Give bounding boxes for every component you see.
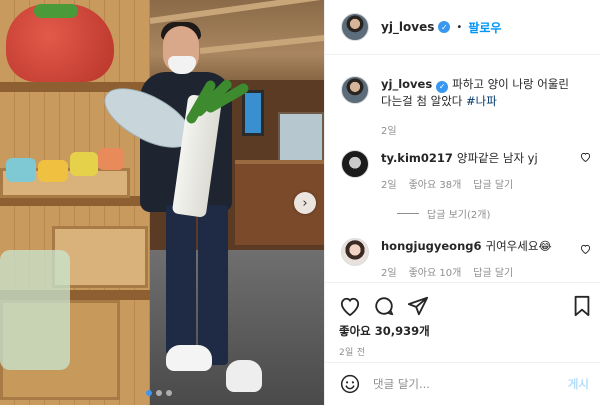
caption-username[interactable]: yj_loves: [381, 77, 432, 91]
comment-time: 2일: [381, 268, 397, 279]
next-slide-button[interactable]: ›: [294, 192, 316, 214]
comment-item: hongjugyeong6 귀여우세요😂 2일 좋아요 10개 답글 달기: [341, 238, 591, 282]
post-side-panel: yj_loves ✓ • 팔로우 yj_loves ✓ 파하고 양이 나랑 어울린다…: [324, 0, 600, 405]
view-replies-label: 답글 보기(2개): [427, 210, 491, 221]
tomato-plush: [6, 4, 114, 82]
separator: •: [456, 21, 463, 33]
produce-plush: [6, 158, 36, 182]
avatar[interactable]: [341, 76, 369, 104]
caption-text: yj_loves ✓ 파하고 양이 나랑 어울린다는걸 첨 알았다 #나파: [381, 76, 571, 110]
comment-username[interactable]: ty.kim0217: [381, 151, 453, 165]
header-username[interactable]: yj_loves: [381, 20, 434, 34]
carousel-dot-active: [146, 390, 152, 396]
display-fridge: [278, 112, 324, 162]
share-icon[interactable]: [405, 293, 431, 319]
divider: [397, 213, 419, 214]
comment-time: 2일: [381, 180, 397, 191]
person-leg: [198, 205, 228, 365]
reply-button[interactable]: 답글 달기: [473, 264, 513, 279]
hashtag-link[interactable]: #나파: [466, 94, 497, 108]
chevron-right-icon: ›: [302, 195, 308, 211]
comment-meta: 2일 좋아요 38개 답글 달기: [381, 176, 513, 191]
comment-composer: 게시: [325, 362, 600, 405]
follow-button[interactable]: 팔로우: [468, 19, 501, 36]
reply-button[interactable]: 답글 달기: [473, 176, 513, 191]
produce-plush: [98, 148, 124, 170]
verified-badge-icon: ✓: [438, 21, 451, 33]
comment-text: hongjugyeong6 귀여우세요😂: [381, 238, 571, 255]
avatar[interactable]: [341, 150, 369, 178]
person-leg: [166, 205, 196, 355]
carousel-dot: [166, 390, 172, 396]
caption: yj_loves ✓ 파하고 양이 나랑 어울린다는걸 첨 알았다 #나파 2일: [341, 76, 591, 137]
comment-text: ty.kim0217 양파같은 남자 yj: [381, 150, 571, 167]
sneaker: [226, 360, 262, 392]
comment-body: 귀여우세요😂: [485, 239, 552, 253]
heart-icon[interactable]: [337, 293, 363, 319]
comment-item: ty.kim0217 양파같은 남자 yj 2일 좋아요 38개 답글 달기 답글…: [341, 150, 591, 226]
caption-time: 2일: [381, 126, 397, 137]
comment-username[interactable]: hongjugyeong6: [381, 239, 482, 253]
comment-input[interactable]: [373, 377, 543, 391]
post-timestamp: 2일 전: [339, 348, 366, 358]
post-photo[interactable]: ›: [0, 0, 324, 405]
bookmark-icon[interactable]: [569, 293, 595, 319]
comment-body: 양파같은 남자 yj: [456, 151, 538, 165]
verified-badge-icon: ✓: [436, 80, 449, 93]
avatar[interactable]: [341, 13, 369, 41]
heart-icon[interactable]: [580, 152, 591, 165]
comment-likes[interactable]: 좋아요 38개: [409, 176, 462, 191]
like-count[interactable]: 좋아요 30,939개: [339, 323, 430, 339]
comment-icon[interactable]: [371, 293, 397, 319]
avatar[interactable]: [341, 238, 369, 266]
post-comment-button[interactable]: 게시: [568, 376, 589, 392]
carousel-dot: [156, 390, 162, 396]
caption-meta: 2일: [381, 122, 397, 137]
emoji-icon[interactable]: [339, 373, 361, 395]
plastic-bag: [0, 250, 70, 370]
window: [242, 90, 264, 136]
sneaker: [166, 345, 212, 371]
action-bar: 좋아요 30,939개 2일 전: [325, 282, 600, 372]
produce-plush: [70, 152, 98, 176]
comment-likes[interactable]: 좋아요 10개: [409, 264, 462, 279]
view-replies-button[interactable]: 답글 보기(2개): [397, 206, 490, 221]
heart-icon[interactable]: [580, 244, 591, 257]
produce-plush: [38, 160, 68, 182]
comment-meta: 2일 좋아요 10개 답글 달기: [381, 264, 513, 279]
post-header: yj_loves ✓ • 팔로우: [325, 0, 600, 55]
carousel-indicator: [146, 390, 172, 396]
